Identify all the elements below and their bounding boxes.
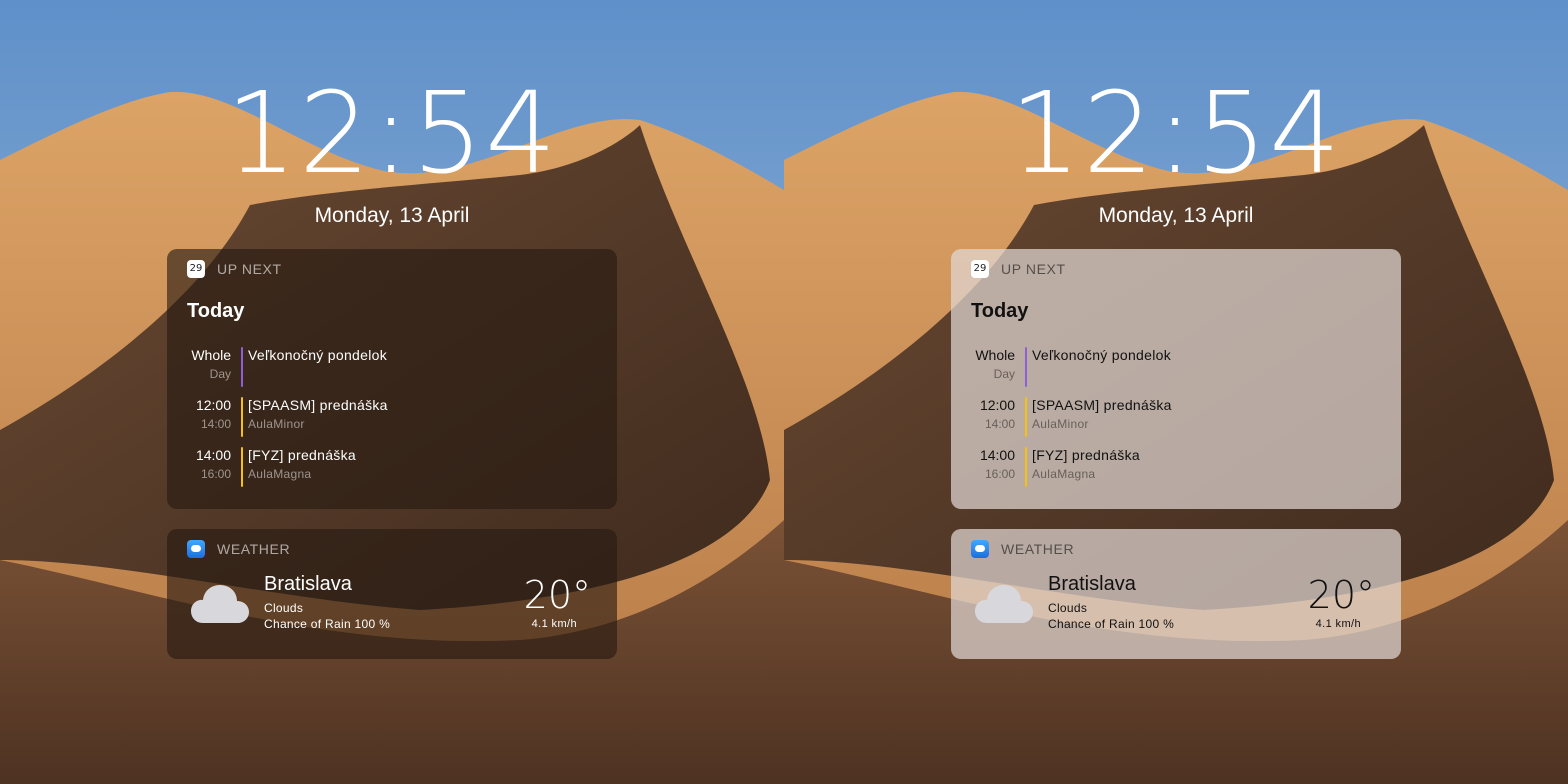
calendar-event[interactable]: Whole Day Veľkonočný pondelok [971, 347, 1371, 387]
section-title: Today [971, 300, 1029, 322]
weather-wind: 4.1 km/h [1315, 618, 1361, 630]
weather-widget[interactable]: WEATHER Bratislava Clouds Chance of Rain… [167, 529, 617, 659]
lock-screen-dark: 12:54 Monday, 13 April 29 UP NEXT Today … [0, 0, 784, 784]
event-title: Veľkonočný pondelok [248, 347, 387, 363]
event-color-bar [241, 397, 243, 437]
calendar-event[interactable]: 12:00 14:00 [SPAASM] prednáška AulaMinor [187, 397, 587, 437]
lock-screen-light: 12:54 Monday, 13 April 29 UP NEXT Today … [784, 0, 1568, 784]
event-end: 16:00 [200, 467, 231, 481]
lock-date: Monday, 13 April [314, 204, 470, 227]
lock-clock: 12:54 [1009, 69, 1343, 199]
widget-header: 29 UP NEXT [187, 260, 282, 278]
event-color-bar [1025, 347, 1027, 387]
calendar-event[interactable]: 14:00 16:00 [FYZ] prednáška AulaMagna [187, 447, 587, 487]
lock-date: Monday, 13 April [1098, 204, 1254, 227]
event-start: 14:00 [979, 447, 1015, 463]
calendar-event[interactable]: 12:00 14:00 [SPAASM] prednáška AulaMinor [971, 397, 1371, 437]
widget-title: WEATHER [1001, 541, 1075, 557]
event-title: [FYZ] prednáška [1032, 447, 1140, 463]
event-start: Whole [191, 347, 231, 363]
weather-temperature: 20° [1307, 573, 1375, 617]
weather-city: Bratislava [264, 573, 352, 595]
weather-condition: Clouds [1048, 601, 1088, 615]
section-title: Today [187, 300, 245, 322]
weather-rain-chance: Chance of Rain 100 % [1048, 617, 1175, 631]
event-start: 14:00 [195, 447, 231, 463]
event-end: 16:00 [984, 467, 1015, 481]
calendar-icon: 29 [971, 260, 989, 278]
cloud-icon [975, 585, 1033, 623]
widget-header: 29 UP NEXT [971, 260, 1066, 278]
weather-condition: Clouds [264, 601, 304, 615]
widget-header: WEATHER [187, 540, 290, 558]
up-next-widget[interactable]: 29 UP NEXT Today Whole Day Veľkonočný po… [951, 249, 1401, 509]
calendar-event[interactable]: 14:00 16:00 [FYZ] prednáška AulaMagna [971, 447, 1371, 487]
weather-app-icon [971, 540, 989, 558]
weather-widget[interactable]: WEATHER Bratislava Clouds Chance of Rain… [951, 529, 1401, 659]
event-color-bar [1025, 447, 1027, 487]
calendar-icon: 29 [187, 260, 205, 278]
weather-city: Bratislava [1048, 573, 1136, 595]
widget-header: WEATHER [971, 540, 1074, 558]
widget-title: UP NEXT [217, 261, 282, 277]
weather-rain-chance: Chance of Rain 100 % [264, 617, 391, 631]
event-end: 14:00 [200, 417, 231, 431]
event-end: 14:00 [984, 417, 1015, 431]
widget-title: UP NEXT [1001, 261, 1066, 277]
cloud-icon [191, 585, 249, 623]
event-start: Whole [975, 347, 1015, 363]
weather-wind: 4.1 km/h [531, 618, 577, 630]
event-location: AulaMinor [248, 417, 305, 431]
event-title: [SPAASM] prednáška [248, 397, 388, 413]
weather-app-icon [187, 540, 205, 558]
event-location: AulaMagna [248, 467, 312, 481]
lock-clock: 12:54 [225, 69, 559, 199]
event-location: AulaMinor [1032, 417, 1089, 431]
widget-title: WEATHER [217, 541, 291, 557]
event-end: Day [993, 367, 1015, 381]
event-title: [FYZ] prednáška [248, 447, 356, 463]
event-start: 12:00 [195, 397, 231, 413]
up-next-widget[interactable]: 29 UP NEXT Today Whole Day Veľkonočný po… [167, 249, 617, 509]
event-color-bar [241, 447, 243, 487]
weather-temperature: 20° [523, 573, 591, 617]
event-color-bar [241, 347, 243, 387]
event-end: Day [209, 367, 231, 381]
calendar-event[interactable]: Whole Day Veľkonočný pondelok [187, 347, 587, 387]
event-title: Veľkonočný pondelok [1032, 347, 1171, 363]
event-color-bar [1025, 397, 1027, 437]
event-start: 12:00 [979, 397, 1015, 413]
event-location: AulaMagna [1032, 467, 1096, 481]
event-title: [SPAASM] prednáška [1032, 397, 1172, 413]
